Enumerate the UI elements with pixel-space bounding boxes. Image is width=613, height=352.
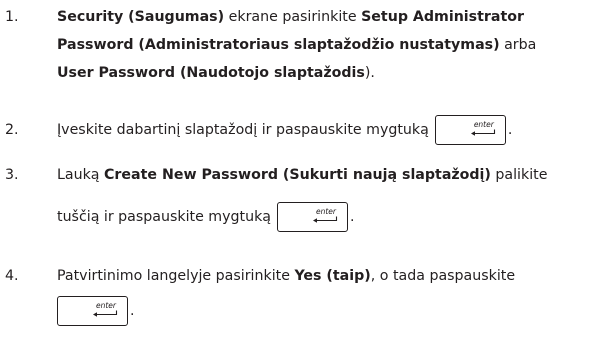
text-bold: Password (Administratoriaus slaptažodžio… [57, 37, 500, 53]
step-number: 4. [5, 268, 19, 284]
return-arrow-icon [470, 129, 495, 136]
text: , o tada paspauskite [370, 268, 516, 284]
step-number: 1. [5, 9, 19, 25]
text: . [130, 303, 135, 319]
step-number: 2. [5, 122, 19, 138]
step-1-line-1: Security (Saugumas) ekrane pasirinkite S… [57, 7, 524, 27]
enter-key-icon: enter [57, 296, 128, 326]
enter-key-icon: enter [277, 202, 348, 232]
enter-key-icon: enter [434, 115, 506, 145]
enter-key-label: enter [95, 301, 116, 310]
enter-key-label: enter [315, 207, 336, 216]
step-4-line-1: Patvirtinimo langelyje pasirinkite Yes (… [57, 266, 515, 286]
enter-key-label: enter [473, 120, 494, 129]
text: arba [499, 37, 537, 53]
text: ). [364, 65, 375, 81]
text: Lauką [57, 167, 105, 183]
step-4-line-2: enter. [51, 296, 135, 326]
step-3-line-2: tuščią ir paspauskite mygtuką enter. [57, 202, 355, 232]
text: Patvirtinimo langelyje pasirinkite [57, 268, 295, 284]
return-arrow-icon [313, 216, 338, 223]
step-number: 3. [5, 167, 19, 183]
return-arrow-icon [93, 310, 118, 317]
step-2-line-1: Įveskite dabartinį slaptažodį ir paspaus… [57, 115, 512, 145]
text-bold: Yes (taip) [294, 268, 371, 284]
text-bold: Create New Password (Sukurti naują slapt… [104, 167, 491, 183]
text: Įveskite dabartinį slaptažodį ir paspaus… [57, 122, 429, 138]
text: ekrane pasirinkite [224, 9, 362, 25]
text: palikite [490, 167, 548, 183]
text: . [507, 122, 513, 138]
text-bold: User Password (Naudotojo slaptažodis [57, 65, 365, 81]
text: . [350, 209, 355, 225]
step-3-line-1: Lauką Create New Password (Sukurti naują… [57, 165, 547, 185]
text-bold: Setup Administrator [361, 9, 524, 25]
text: tuščią ir paspauskite mygtuką [57, 209, 271, 225]
step-1-line-2: Password (Administratoriaus slaptažodžio… [57, 35, 536, 55]
text-bold: Security (Saugumas) [57, 9, 225, 25]
step-1-line-3: User Password (Naudotojo slaptažodis). [57, 63, 375, 83]
